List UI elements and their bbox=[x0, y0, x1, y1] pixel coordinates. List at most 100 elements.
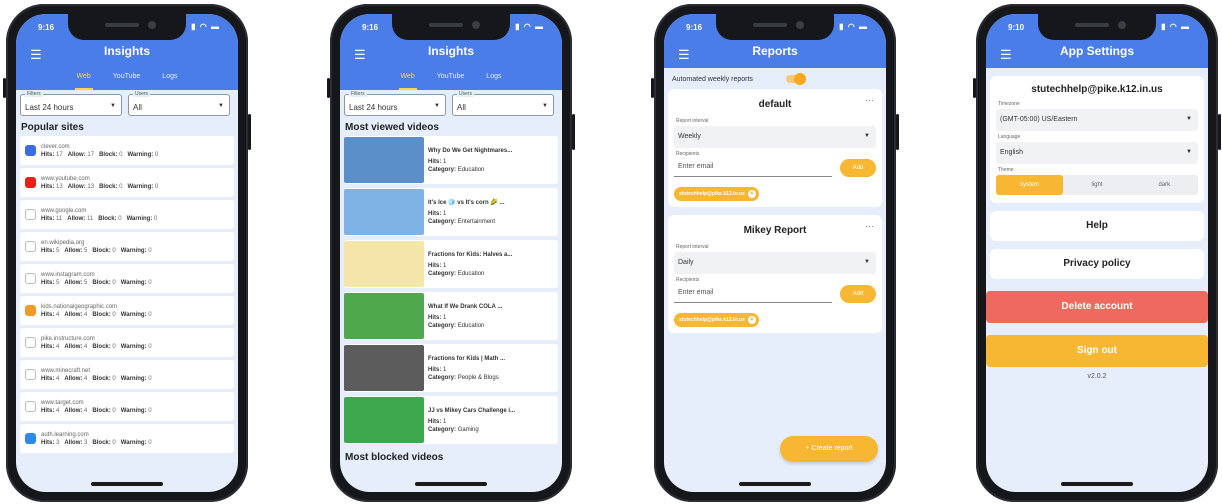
status-time: 9:16 bbox=[362, 23, 379, 32]
users-select[interactable]: Users All ▼ bbox=[128, 91, 230, 116]
video-thumbnail bbox=[344, 241, 424, 287]
delete-account-button[interactable]: Delete account bbox=[986, 291, 1208, 323]
remove-chip-icon[interactable]: × bbox=[747, 190, 756, 198]
video-thumbnail bbox=[344, 293, 424, 339]
video-row[interactable]: What If We Drank COLA ... Hits: 1 Category… bbox=[344, 292, 558, 340]
timezone-select[interactable]: (GMT-05:00) US/Eastern ▼ bbox=[996, 109, 1198, 131]
site-domain: www.target.com bbox=[41, 399, 84, 406]
recipient-chip[interactable]: stutechhelp@pike.k12.in.us × bbox=[674, 313, 759, 327]
site-row[interactable]: www.instagram.com Hits: 5 Allow: 5 Block:… bbox=[20, 264, 234, 293]
video-list: Why Do We Get Nightmares... Hits: 1 Catego… bbox=[340, 136, 562, 444]
video-hits: Hits: 1 bbox=[428, 262, 447, 269]
automated-reports-row: Automated weekly reports bbox=[664, 68, 886, 89]
language-label: Language bbox=[998, 134, 1021, 140]
menu-icon[interactable]: ☰ bbox=[30, 42, 42, 68]
tab-web[interactable]: Web bbox=[74, 66, 93, 90]
report-interval-label: Report interval bbox=[676, 244, 709, 250]
marketing-stage: 9:16 ▮ ◠ ▬ ☰ Insights Web YouTube Logs Fil… bbox=[0, 0, 1222, 504]
site-stats: Hits: 17 Allow: 17 Block: 0 Warning: 0 bbox=[41, 151, 159, 158]
site-row[interactable]: www.target.com Hits: 4 Allow: 4 Block: 0 … bbox=[20, 392, 234, 421]
caret-down-icon: ▼ bbox=[542, 103, 548, 109]
blocked-circle-icon bbox=[25, 273, 36, 284]
tab-web[interactable]: Web bbox=[398, 66, 417, 90]
video-row[interactable]: Why Do We Get Nightmares... Hits: 1 Catego… bbox=[344, 136, 558, 184]
video-title: It's Ice 🧊 vs It's corn 🌽 ... bbox=[428, 199, 505, 206]
screen: 9:16 ▮ ◠ ▬ ☰ Reports Automated weekly repo… bbox=[664, 14, 886, 492]
automated-reports-toggle[interactable] bbox=[786, 73, 806, 85]
video-thumbnail bbox=[344, 137, 424, 183]
video-row[interactable]: Fractions for Kids | Math ... Hits: 1 Cate… bbox=[344, 344, 558, 392]
filters-select[interactable]: Filters Last 24 hours ▼ bbox=[344, 91, 446, 116]
site-row[interactable]: kids.nationalgeographic.com Hits: 4 Allow… bbox=[20, 296, 234, 325]
tab-logs[interactable]: Logs bbox=[160, 66, 179, 90]
privacy-policy-link[interactable]: Privacy policy bbox=[990, 249, 1204, 279]
home-indicator bbox=[739, 482, 811, 486]
theme-label: Theme bbox=[998, 167, 1014, 173]
more-options-icon[interactable]: ··· bbox=[865, 95, 874, 105]
tab-youtube[interactable]: YouTube bbox=[435, 66, 467, 90]
users-select[interactable]: Users All ▼ bbox=[452, 91, 554, 116]
site-domain: www.youtube.com bbox=[41, 175, 90, 182]
add-recipient-button[interactable]: Add bbox=[840, 285, 876, 303]
video-category: Category: Entertainment bbox=[428, 218, 496, 225]
site-row[interactable]: clever.com Hits: 17 Allow: 17 Block: 0 Wa… bbox=[20, 136, 234, 165]
site-stats: Hits: 3 Allow: 3 Block: 0 Warning: 0 bbox=[41, 439, 152, 446]
more-options-icon[interactable]: ··· bbox=[865, 221, 874, 231]
language-select[interactable]: English ▼ bbox=[996, 142, 1198, 164]
site-row[interactable]: www.minecraft.net Hits: 4 Allow: 4 Block:… bbox=[20, 360, 234, 389]
site-row[interactable]: auth.learning.com Hits: 3 Allow: 3 Block:… bbox=[20, 424, 234, 453]
help-link[interactable]: Help bbox=[990, 211, 1204, 241]
wikipedia-icon bbox=[25, 241, 36, 252]
video-row[interactable]: JJ vs Mikey Cars Challenge i... Hits: 1 Ca… bbox=[344, 396, 558, 444]
site-domain: pike.instructure.com bbox=[41, 335, 95, 342]
video-hits: Hits: 1 bbox=[428, 366, 447, 373]
site-stats: Hits: 13 Allow: 13 Block: 0 Warning: 0 bbox=[41, 183, 159, 190]
add-recipient-button[interactable]: Add bbox=[840, 159, 876, 177]
recipient-chip[interactable]: stutechhelp@pike.k12.in.us × bbox=[674, 187, 759, 201]
theme-system[interactable]: system bbox=[996, 175, 1064, 195]
site-row[interactable]: pike.instructure.com Hits: 4 Allow: 4 Blo… bbox=[20, 328, 234, 357]
video-hits: Hits: 1 bbox=[428, 418, 447, 425]
menu-icon[interactable]: ☰ bbox=[678, 42, 690, 68]
sign-out-button[interactable]: Sign out bbox=[986, 335, 1208, 367]
video-title: Why Do We Get Nightmares... bbox=[428, 147, 513, 154]
create-report-button[interactable]: + Create report bbox=[780, 436, 878, 462]
app-version: v2.0.2 bbox=[1087, 373, 1107, 380]
site-row[interactable]: en.wikipedia.org Hits: 5 Allow: 5 Block: … bbox=[20, 232, 234, 261]
account-email: stutechhelp@pike.k12.in.us bbox=[1031, 84, 1163, 95]
blocked-circle-icon bbox=[25, 369, 36, 380]
status-icons: ▮ ◠ ▬ bbox=[515, 22, 544, 31]
theme-dark[interactable]: dark bbox=[1131, 175, 1198, 195]
tab-bar: Web YouTube Logs bbox=[340, 66, 562, 90]
account-card: stutechhelp@pike.k12.in.us Timezone (GMT… bbox=[990, 76, 1204, 203]
email-input[interactable]: Enter email bbox=[674, 285, 832, 303]
report-interval-select[interactable]: Weekly ▼ bbox=[674, 126, 876, 148]
email-input[interactable]: Enter email bbox=[674, 159, 832, 177]
site-stats: Hits: 4 Allow: 4 Block: 0 Warning: 0 bbox=[41, 343, 152, 350]
report-card: Mikey Report ··· Report interval Daily ▼ Reci… bbox=[668, 215, 882, 333]
caret-down-icon: ▼ bbox=[110, 103, 116, 109]
site-domain: www.minecraft.net bbox=[41, 367, 91, 374]
status-time: 9:16 bbox=[38, 23, 55, 32]
remove-chip-icon[interactable]: × bbox=[747, 316, 756, 324]
tab-bar: Web YouTube Logs bbox=[16, 66, 238, 90]
site-row[interactable]: www.youtube.com Hits: 13 Allow: 13 Block:… bbox=[20, 168, 234, 197]
menu-icon[interactable]: ☰ bbox=[354, 42, 366, 68]
site-domain: www.google.com bbox=[41, 207, 87, 214]
report-name: default bbox=[758, 99, 792, 110]
video-row[interactable]: It's Ice 🧊 vs It's corn 🌽 ... Hits: 1 Cate… bbox=[344, 188, 558, 236]
tab-youtube[interactable]: YouTube bbox=[111, 66, 143, 90]
video-category: Category: Gaming bbox=[428, 426, 479, 433]
filters-select[interactable]: Filters Last 24 hours ▼ bbox=[20, 91, 122, 116]
video-hits: Hits: 1 bbox=[428, 210, 447, 217]
menu-icon[interactable]: ☰ bbox=[1000, 42, 1012, 68]
theme-light[interactable]: light bbox=[1063, 175, 1130, 195]
report-interval-select[interactable]: Daily ▼ bbox=[674, 252, 876, 274]
site-row[interactable]: www.google.com Hits: 11 Allow: 11 Block: … bbox=[20, 200, 234, 229]
site-domain: en.wikipedia.org bbox=[41, 239, 85, 246]
video-title: What If We Drank COLA ... bbox=[428, 303, 503, 310]
tab-logs[interactable]: Logs bbox=[484, 66, 503, 90]
video-category: Category: Education bbox=[428, 270, 485, 277]
video-row[interactable]: Fractions for Kids: Halves a... Hits: 1 Ca… bbox=[344, 240, 558, 288]
section-title-blocked: Most blocked videos bbox=[345, 452, 444, 463]
